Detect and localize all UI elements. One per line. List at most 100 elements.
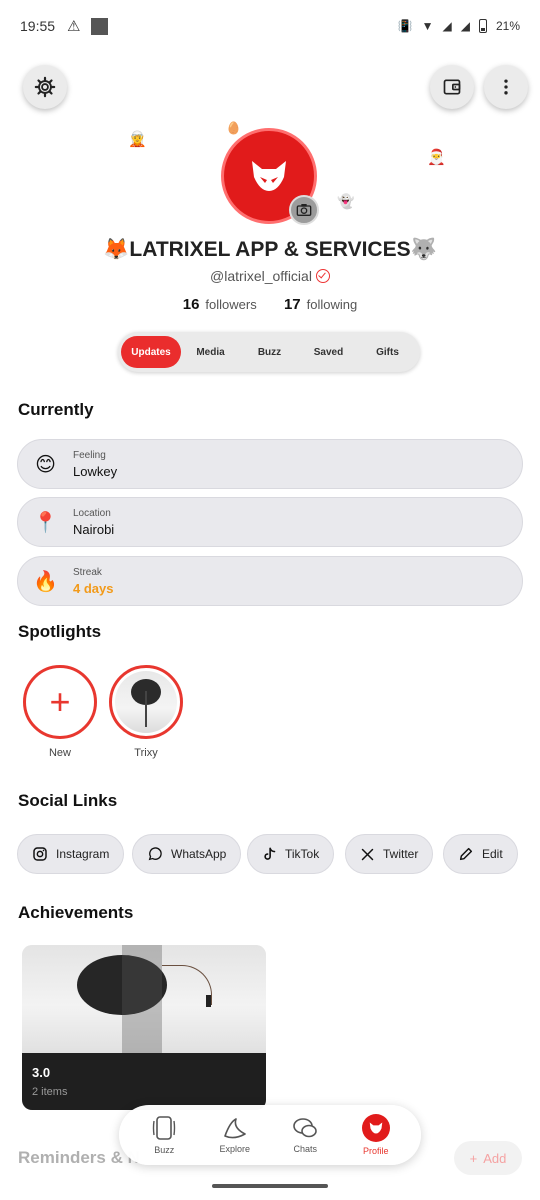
more-options-button[interactable]	[484, 65, 528, 109]
status-time: 19:55	[20, 18, 56, 34]
nav-buzz[interactable]: Buzz	[134, 1108, 194, 1162]
achievements-heading: Achievements	[18, 903, 134, 922]
nav-profile-label: Profile	[362, 1146, 389, 1156]
change-photo-button[interactable]	[289, 195, 319, 225]
following-stat[interactable]: 17 following	[283, 296, 358, 313]
instagram-link-button[interactable]: Instagram	[17, 834, 125, 874]
profile-tabs: Updates Media Buzz Saved Gifts	[118, 332, 420, 372]
achievement-card[interactable]: 3.0 2 items	[22, 945, 266, 1110]
egg-sprite: 🥚	[226, 121, 241, 135]
wallet-icon	[443, 79, 461, 95]
achievement-subtitle: 2 items	[32, 1086, 68, 1098]
signal-icon-2: ◢	[460, 19, 470, 33]
add-reminder-button[interactable]: + Add	[454, 1141, 522, 1175]
warning-icon: ⚠	[67, 18, 81, 35]
wallet-button[interactable]	[430, 65, 474, 109]
signal-icon: ◢	[442, 19, 452, 33]
followers-label: followers	[205, 297, 257, 312]
add-spotlight-button[interactable]: +	[23, 665, 97, 739]
feeling-value: Lowkey	[73, 463, 118, 479]
location-card[interactable]: 📍 Location Nairobi	[17, 497, 523, 547]
spotlight-trixy-image	[115, 671, 177, 733]
gear-icon	[34, 76, 56, 98]
vibrate-icon: 📳	[397, 19, 413, 33]
location-pin-icon: 📍	[33, 511, 58, 534]
follow-stats: 16 followers 17 following	[0, 296, 540, 313]
spotlights-heading: Spotlights	[18, 622, 102, 641]
tiktok-label: TikTok	[285, 847, 320, 861]
camera-icon	[296, 204, 312, 217]
tiktok-link-button[interactable]: TikTok	[247, 834, 335, 874]
notification-icon	[90, 17, 108, 35]
achievement-cover-image	[22, 945, 266, 1055]
kebab-menu-icon	[504, 79, 508, 95]
followers-stat[interactable]: 16 followers	[182, 296, 257, 313]
streak-card[interactable]: 🔥 Streak 4 days	[17, 556, 523, 606]
pixel-character-sprite: 🧝	[128, 131, 147, 148]
verified-badge-icon	[315, 269, 330, 283]
whatsapp-label: WhatsApp	[171, 847, 227, 861]
status-icons: 📳 ▼ ◢ ◢ 21%	[398, 19, 520, 33]
profile-handle-row: @latrixel_official	[0, 268, 540, 284]
nav-chats-label: Chats	[293, 1144, 317, 1154]
tab-updates[interactable]: Updates	[121, 336, 181, 368]
tiktok-icon	[264, 847, 276, 860]
streak-label: Streak	[73, 566, 102, 578]
ghost-sprite: 👻	[337, 193, 355, 209]
santa-sprite: 🎅	[427, 149, 446, 166]
nav-chats[interactable]: Chats	[275, 1108, 335, 1162]
home-indicator[interactable]	[212, 1184, 328, 1188]
buzz-icon	[153, 1116, 176, 1140]
pencil-icon	[459, 847, 473, 861]
instagram-label: Instagram	[56, 847, 110, 861]
fox-logo-icon	[252, 161, 286, 191]
plus-icon: +	[49, 681, 71, 722]
followers-count: 16	[182, 296, 200, 313]
chat-bubbles-icon	[293, 1118, 318, 1138]
tab-media[interactable]: Media	[181, 336, 240, 368]
location-label: Location	[73, 507, 111, 519]
twitter-link-button[interactable]: Twitter	[345, 834, 434, 874]
profile-handle: @latrixel_official	[210, 268, 312, 284]
nav-profile[interactable]: Profile	[346, 1108, 406, 1162]
tab-gifts[interactable]: Gifts	[358, 336, 417, 368]
battery-percent: 21%	[495, 19, 520, 33]
tab-buzz[interactable]: Buzz	[240, 336, 299, 368]
streak-value: 4 days	[73, 580, 114, 596]
following-label: following	[306, 297, 358, 312]
plus-icon: +	[469, 1150, 478, 1166]
fire-icon: 🔥	[33, 570, 58, 593]
whatsapp-icon	[148, 847, 162, 861]
edit-label: Edit	[482, 847, 503, 861]
x-icon	[361, 848, 374, 860]
instagram-icon	[33, 847, 47, 861]
nav-buzz-label: Buzz	[154, 1145, 175, 1155]
bottom-navigation: Buzz Explore Chats Profile	[119, 1105, 421, 1165]
tab-saved[interactable]: Saved	[299, 336, 358, 368]
add-label: Add	[483, 1150, 507, 1166]
status-bar: 19:55 ⚠ 📳 ▼ ◢ ◢ 21%	[0, 0, 540, 52]
spotlight-trixy[interactable]	[109, 665, 183, 739]
settings-button[interactable]	[23, 65, 67, 109]
following-count: 17	[283, 296, 301, 313]
feeling-label: Feeling	[73, 449, 106, 461]
wifi-icon: ▼	[421, 19, 434, 33]
reminders-heading: Reminders & N	[18, 1148, 140, 1167]
location-value: Nairobi	[73, 521, 115, 537]
achievement-title: 3.0	[32, 1065, 51, 1080]
profile-display-name: 🦊LATRIXEL APP & SERVICES🐺	[103, 238, 437, 261]
spotlight-new-label: New	[48, 747, 71, 759]
social-links-heading: Social Links	[18, 791, 118, 810]
explore-icon	[223, 1118, 246, 1139]
twitter-label: Twitter	[383, 847, 419, 861]
feeling-card[interactable]: 😊 Feeling Lowkey	[17, 439, 523, 489]
battery-icon	[478, 19, 487, 33]
smiley-icon: 😊	[35, 453, 56, 476]
whatsapp-link-button[interactable]: WhatsApp	[132, 834, 242, 874]
nav-explore[interactable]: Explore	[205, 1108, 265, 1162]
nav-explore-label: Explore	[219, 1144, 250, 1154]
currently-heading: Currently	[18, 400, 94, 419]
edit-links-button[interactable]: Edit	[443, 834, 518, 874]
spotlight-trixy-label: Trixy	[134, 747, 158, 759]
profile-logo-icon	[361, 1114, 390, 1142]
